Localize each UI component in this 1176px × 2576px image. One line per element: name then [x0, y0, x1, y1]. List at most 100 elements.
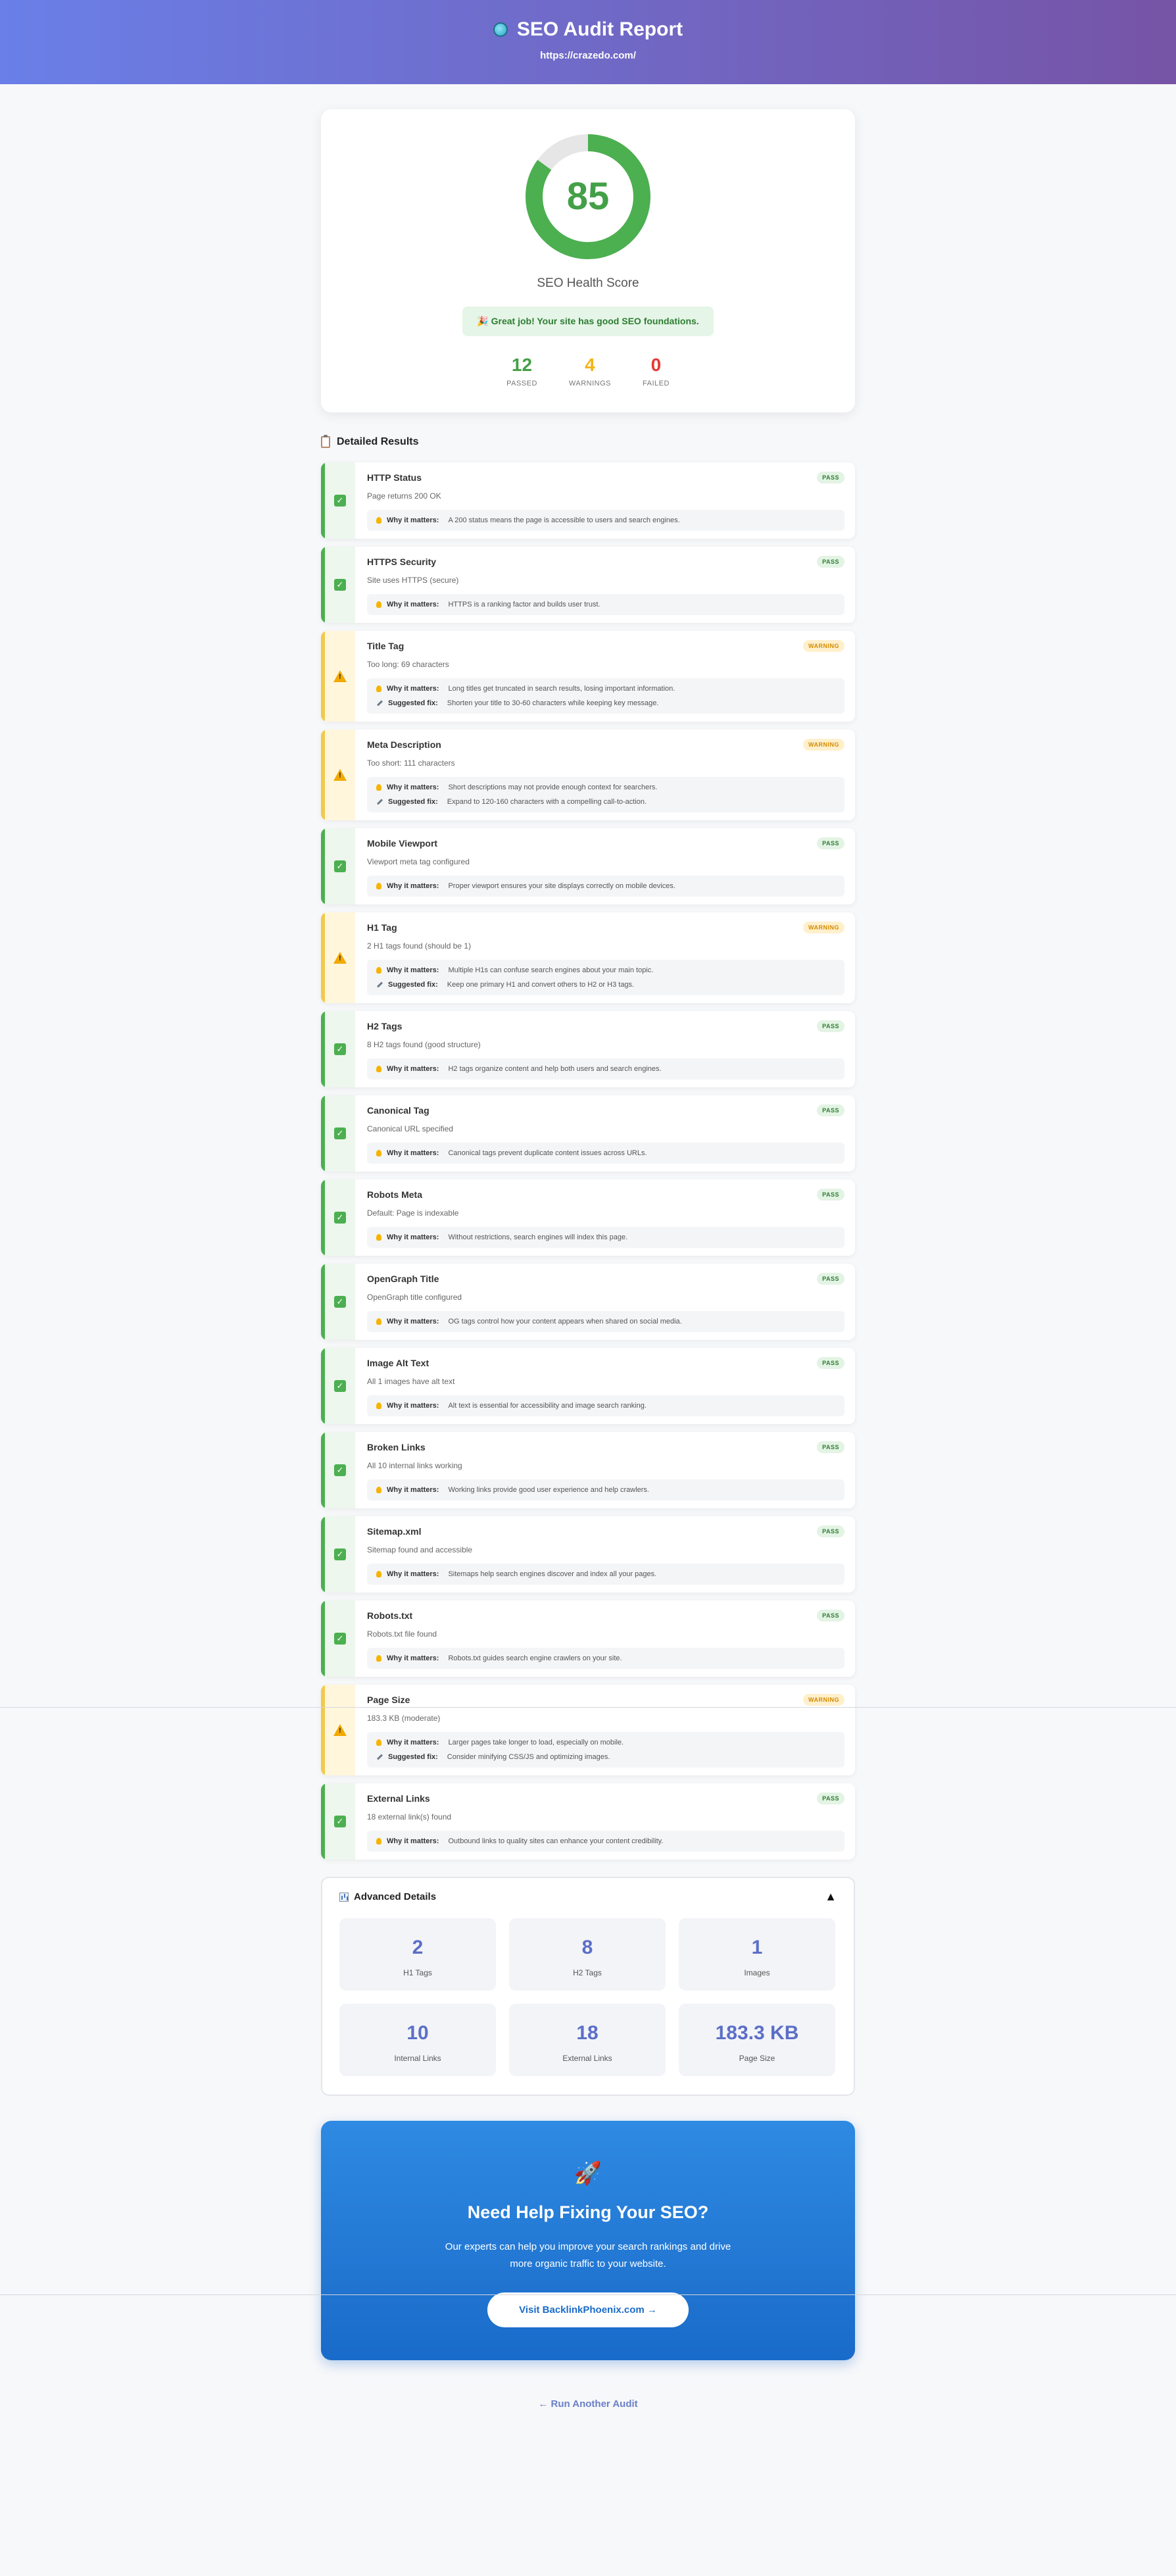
lightbulb-icon	[376, 1739, 381, 1746]
audited-url[interactable]: https://crazedo.com/	[0, 50, 1176, 61]
result-item: ✓ Canonical Tag PASS Canonical URL specifie…	[321, 1095, 855, 1172]
result-explanation: Why it matters: Multiple H1s can confuse …	[367, 960, 845, 995]
why-text: Larger pages take longer to load, especi…	[448, 1739, 624, 1746]
status-stripe: ✓	[321, 1011, 355, 1087]
score-value: 85	[566, 175, 610, 218]
metric-value: 18	[576, 2022, 599, 2044]
fix-label: Suggested fix:	[388, 699, 438, 707]
check-icon: ✓	[334, 1464, 346, 1476]
metric-card: 8 H2 Tags	[509, 1918, 666, 1991]
why-label: Why it matters:	[387, 783, 439, 791]
result-title: HTTPS Security	[367, 557, 437, 567]
result-message: 8 H2 tags found (good structure)	[367, 1040, 481, 1049]
result-explanation: Why it matters: Larger pages take longer …	[367, 1732, 845, 1768]
why-text: A 200 status means the page is accessibl…	[448, 516, 680, 524]
result-message: Sitemap found and accessible	[367, 1545, 473, 1554]
metric-label: External Links	[562, 2054, 612, 2063]
metric-card: 183.3 KB Page Size	[679, 2004, 835, 2076]
score-card: 85 SEO Health Score 🎉 Great job! Your si…	[321, 109, 855, 412]
lightbulb-icon	[376, 1655, 381, 1662]
status-badge: PASS	[817, 556, 845, 568]
result-item: ✓ HTTP Status PASS Page returns 200 OK Why i…	[321, 462, 855, 539]
magnifier-icon	[493, 22, 508, 37]
status-stripe: ✓	[321, 1600, 355, 1677]
fix-label: Suggested fix:	[388, 1753, 438, 1761]
why-label: Why it matters:	[387, 1570, 439, 1578]
result-body: H2 Tags PASS 8 H2 tags found (good structu…	[355, 1011, 855, 1087]
result-title: Robots.txt	[367, 1610, 413, 1621]
score-label: SEO Health Score	[537, 276, 639, 290]
fix-label: Suggested fix:	[388, 798, 438, 806]
result-message: Canonical URL specified	[367, 1124, 453, 1133]
advanced-details-toggle[interactable]: Advanced Details ▲	[322, 1878, 854, 1916]
status-stripe: !	[321, 1685, 355, 1775]
result-item: ✓ Image Alt Text PASS All 1 images have alt…	[321, 1348, 855, 1424]
result-body: External Links PASS 18 external link(s) fo…	[355, 1783, 855, 1860]
result-body: Robots.txt PASS Robots.txt file found Why i…	[355, 1600, 855, 1677]
result-body: Sitemap.xml PASS Sitemap found and accessi…	[355, 1516, 855, 1593]
metric-label: H1 Tags	[403, 1968, 432, 1977]
advanced-details-grid: 2 H1 Tags 8 H2 Tags 1 Images 10 Internal Links 1…	[322, 1916, 854, 2094]
cta-text: Our experts can help you improve your se…	[445, 2241, 731, 2269]
advanced-details: Advanced Details ▲ 2 H1 Tags 8 H2 Tags 1 Imag…	[321, 1877, 855, 2096]
check-icon: ✓	[334, 579, 346, 591]
why-text: Proper viewport ensures your site displa…	[448, 882, 675, 890]
fix-text: Consider minifying CSS/JS and optimizing…	[447, 1753, 610, 1761]
status-stripe: ✓	[321, 1432, 355, 1508]
result-explanation: Why it matters: Outbound links to quality…	[367, 1831, 845, 1852]
visit-site-button[interactable]: Visit BacklinkPhoenix.com →	[487, 2292, 689, 2327]
stat-passed-label: PASSED	[506, 380, 537, 387]
why-line: Why it matters: A 200 status means the pa…	[376, 516, 835, 524]
why-label: Why it matters:	[387, 685, 439, 693]
why-line: Why it matters: Long titles get truncated…	[376, 685, 835, 693]
wrench-icon	[376, 799, 383, 805]
stat-warnings-value: 4	[585, 355, 595, 375]
lightbulb-icon	[376, 1150, 381, 1156]
result-body: H1 Tag WARNING 2 H1 tags found (should be …	[355, 912, 855, 1003]
lightbulb-icon	[376, 1402, 381, 1409]
result-explanation: Why it matters: Proper viewport ensures y…	[367, 876, 845, 897]
result-item: ! Meta Description WARNING Too short: 111 c…	[321, 730, 855, 820]
check-icon: ✓	[334, 1127, 346, 1139]
status-badge: WARNING	[803, 739, 845, 751]
result-explanation: Why it matters: Short descriptions may no…	[367, 777, 845, 812]
run-another-audit-link[interactable]: ← Run Another Audit	[321, 2398, 855, 2410]
report-title: SEO Audit Report	[493, 18, 683, 41]
metric-value: 2	[412, 1937, 424, 1958]
chevron-up-icon[interactable]: ▲	[825, 1890, 837, 1904]
result-title: External Links	[367, 1793, 430, 1804]
status-badge: PASS	[817, 1357, 845, 1369]
check-icon: ✓	[334, 1043, 346, 1055]
lightbulb-icon	[376, 517, 381, 524]
status-stripe: ✓	[321, 1516, 355, 1593]
why-text: Working links provide good user experien…	[448, 1486, 649, 1494]
result-body: Title Tag WARNING Too long: 69 characters W…	[355, 631, 855, 722]
result-message: Site uses HTTPS (secure)	[367, 576, 459, 585]
fix-line: Suggested fix: Expand to 120-160 characte…	[376, 798, 835, 806]
result-title: Title Tag	[367, 641, 404, 651]
why-text: Short descriptions may not provide enoug…	[448, 783, 658, 791]
why-label: Why it matters:	[387, 516, 439, 524]
metric-card: 2 H1 Tags	[339, 1918, 496, 1991]
help-cta: 🚀 Need Help Fixing Your SEO? Our experts…	[321, 2121, 855, 2360]
result-title: OpenGraph Title	[367, 1274, 439, 1284]
status-stripe: ✓	[321, 828, 355, 904]
status-stripe: ✓	[321, 1348, 355, 1424]
bar-chart-icon	[339, 1892, 349, 1902]
why-line: Why it matters: OG tags control how your …	[376, 1318, 835, 1325]
result-title: Canonical Tag	[367, 1105, 429, 1116]
result-body: HTTPS Security PASS Site uses HTTPS (secur…	[355, 547, 855, 623]
stat-warnings: 4 WARNINGS	[569, 355, 611, 387]
fix-line: Suggested fix: Shorten your title to 30-6…	[376, 699, 835, 707]
why-line: Why it matters: Multiple H1s can confuse …	[376, 966, 835, 974]
metric-card: 10 Internal Links	[339, 2004, 496, 2076]
why-line: Why it matters: Proper viewport ensures y…	[376, 882, 835, 890]
metric-card: 1 Images	[679, 1918, 835, 1991]
lightbulb-icon	[376, 1838, 381, 1845]
warning-icon: !	[333, 1724, 347, 1736]
why-line: Why it matters: Sitemaps help search engi…	[376, 1570, 835, 1578]
fix-label: Suggested fix:	[388, 981, 438, 989]
result-item: ✓ Robots Meta PASS Default: Page is indexab…	[321, 1179, 855, 1256]
result-explanation: Why it matters: A 200 status means the pa…	[367, 510, 845, 531]
result-message: Default: Page is indexable	[367, 1208, 459, 1218]
